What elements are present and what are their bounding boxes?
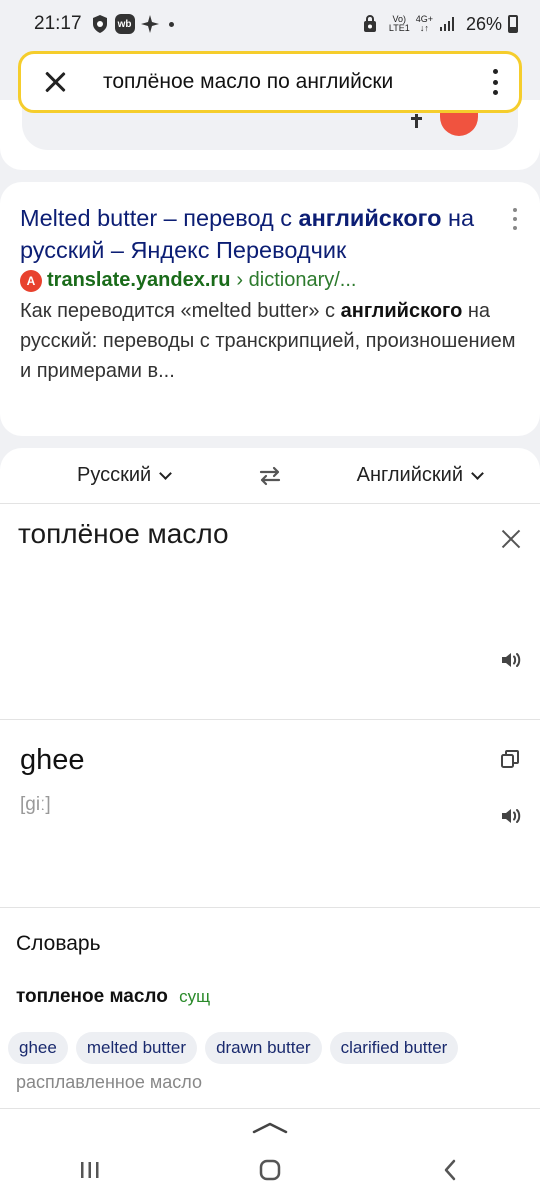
dictionary-word: топленое масло (16, 986, 168, 1007)
result-domain: translate.yandex.ru (47, 269, 231, 291)
microphone-icon[interactable] (411, 114, 422, 128)
source-language-label: Русский (77, 464, 152, 486)
copy-icon[interactable] (500, 749, 520, 769)
snippet-part1: Как переводится «melted butter» с (20, 300, 341, 322)
network-gen-indicator: 4G+ ↓↑ (415, 14, 433, 33)
part-of-speech: сущ (179, 987, 211, 1006)
chevron-down-icon (159, 466, 173, 480)
signal-icon (439, 16, 455, 32)
translation-chips: ghee melted butter drawn butter clarifie… (8, 1032, 524, 1064)
translation-text: ghee (20, 744, 85, 776)
home-icon[interactable] (240, 1150, 300, 1190)
target-language-select[interactable]: Английский (356, 464, 484, 487)
battery-icon (508, 15, 518, 33)
dictionary-section: Словарь топленое масло сущ ghee melted b… (0, 908, 540, 1093)
alarm-lock-icon (362, 15, 378, 33)
network-gen-label: 4G+ (415, 14, 433, 24)
search-input[interactable]: топлёное масло по английски (103, 70, 483, 94)
swap-languages-icon[interactable] (258, 465, 282, 487)
dictionary-heading: Словарь (16, 932, 101, 955)
translation-chip[interactable]: ghee (8, 1032, 68, 1064)
target-language-label: Английский (356, 464, 463, 486)
source-language-select[interactable]: Русский (77, 464, 173, 487)
back-icon[interactable] (420, 1150, 480, 1190)
notification-dot-icon (168, 21, 174, 27)
translator-widget: Русский Английский топлёное масло ghee [… (0, 448, 540, 1128)
clear-text-icon[interactable] (500, 528, 522, 550)
transcription-text: [giː] (20, 794, 51, 815)
recent-apps-icon[interactable] (60, 1150, 120, 1190)
speaker-icon[interactable] (500, 806, 524, 826)
snippet-bold: английского (340, 300, 463, 322)
status-bar: 21:17 wb Vo) LTE1 4G+ ↓↑ 26% (0, 0, 540, 48)
lte-label: LTE1 (388, 23, 410, 33)
source-text-area[interactable]: топлёное масло (0, 504, 540, 720)
result-snippet: Как переводится «melted butter» с англий… (20, 296, 520, 386)
translation-chip[interactable]: melted butter (75, 1032, 198, 1064)
search-result-card: Melted butter – перевод с английского на… (0, 182, 540, 436)
search-button[interactable] (440, 110, 478, 136)
source-text: топлёное масло (18, 518, 229, 549)
status-time: 21:17 (34, 13, 82, 34)
translation-area: ghee [giː] (0, 720, 540, 908)
dictionary-note: расплавленное масло (16, 1072, 202, 1092)
search-bar: топлёное масло по английски (18, 51, 522, 113)
result-title-bold: английского (298, 205, 442, 231)
vpn-shield-icon (90, 14, 110, 34)
sparkle-icon (140, 14, 160, 34)
status-right: Vo) LTE1 4G+ ↓↑ 26% (362, 14, 518, 35)
result-title-part1: Melted butter – перевод с (20, 205, 299, 231)
close-icon[interactable] (41, 68, 69, 96)
dictionary-entry: топленое масло сущ (16, 986, 524, 1008)
page: 21:17 wb Vo) LTE1 4G+ ↓↑ 26% топлёное ма… (0, 0, 540, 1200)
chevron-down-icon (471, 466, 484, 480)
system-nav-bar (0, 1140, 540, 1200)
language-bar: Русский Английский (0, 448, 540, 504)
battery-percent: 26% (465, 13, 502, 34)
result-title-link[interactable]: Melted butter – перевод с английского на… (20, 202, 520, 266)
result-menu-icon[interactable] (510, 208, 520, 230)
wb-app-icon: wb (114, 14, 135, 34)
result-path: › dictionary/... (236, 269, 357, 291)
translation-chip[interactable]: clarified butter (329, 1032, 459, 1064)
expand-handle-icon[interactable] (252, 1121, 288, 1135)
menu-icon[interactable] (483, 67, 507, 97)
translation-chip[interactable]: drawn butter (205, 1032, 322, 1064)
speaker-icon[interactable] (500, 650, 524, 670)
volte-indicator: Vo) LTE1 (389, 15, 410, 33)
result-url-link[interactable]: A translate.yandex.ru › dictionary/... (20, 269, 520, 292)
yandex-translate-favicon-icon: A (20, 269, 42, 292)
